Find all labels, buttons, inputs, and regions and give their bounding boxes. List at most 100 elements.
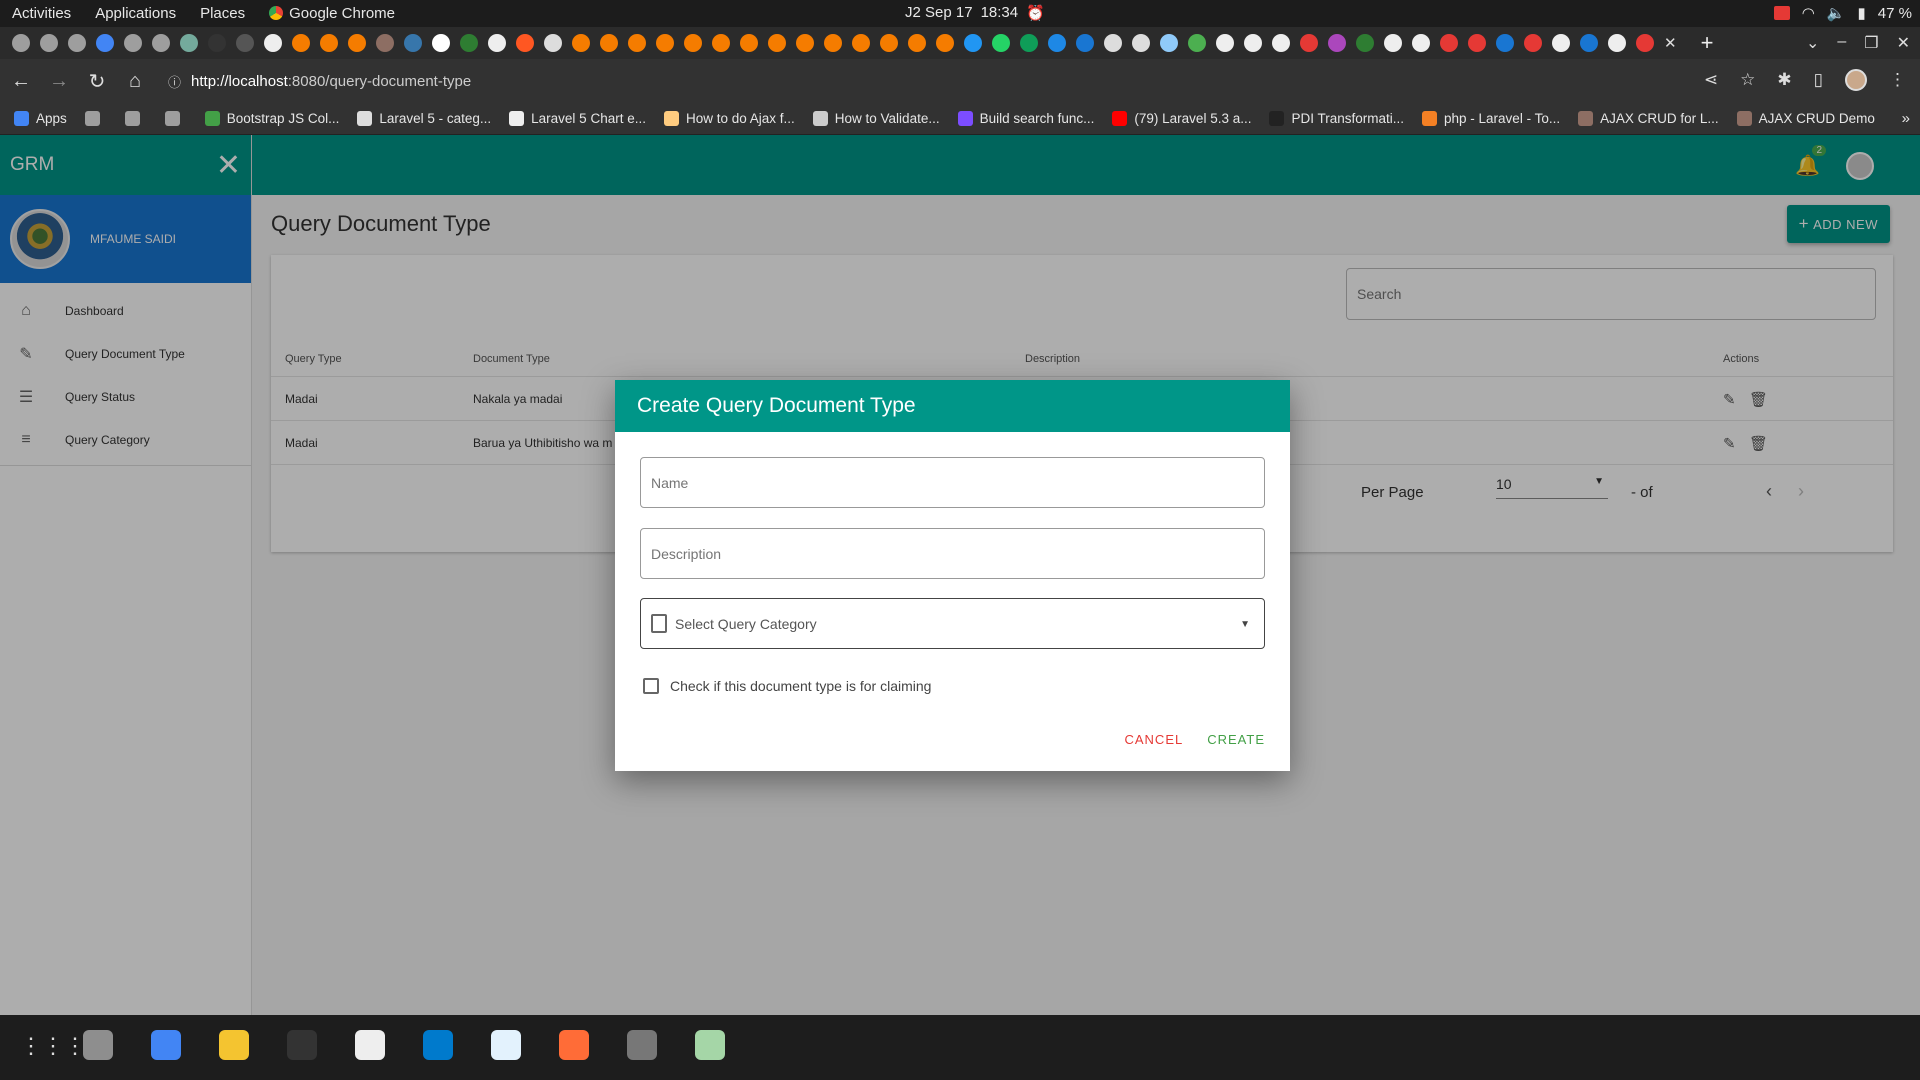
browser-tab-icon[interactable] [1188,34,1206,52]
browser-tab-icon[interactable] [712,34,730,52]
files-dock-icon[interactable] [83,1030,113,1060]
bookmark-item[interactable]: Laravel 5 Chart e... [509,111,646,126]
browser-tab-icon[interactable] [1272,34,1290,52]
bookmark-item[interactable]: Apps [14,111,67,126]
profile-avatar[interactable] [1845,69,1867,91]
clock[interactable]: J2 Sep 17 18:34 ⏰ [905,4,1045,22]
reload-icon[interactable]: ↻ [80,69,114,94]
browser-tab-icon[interactable] [348,34,366,52]
browser-tab-icon[interactable] [656,34,674,52]
bookmark-item[interactable]: Build search func... [957,111,1094,126]
activities-button[interactable]: Activities [0,5,83,22]
postman-dock-icon[interactable] [559,1030,589,1060]
browser-tab-icon[interactable] [1580,34,1598,52]
browser-tab-icon[interactable] [1608,34,1626,52]
more-bookmarks-icon[interactable]: » [1902,110,1910,127]
browser-tab-icon[interactable] [40,34,58,52]
description-field[interactable] [640,528,1265,579]
browser-tab-icon[interactable] [460,34,478,52]
active-app-menu[interactable]: Google Chrome [257,5,407,22]
trash-dock-icon[interactable] [695,1030,725,1060]
browser-tab-icon[interactable] [376,34,394,52]
browser-tab-icon[interactable] [264,34,282,52]
browser-tab-icon[interactable] [516,34,534,52]
browser-tab-icon[interactable] [1384,34,1402,52]
bookmark-item[interactable]: How to Validate... [812,111,940,126]
browser-tab-icon[interactable] [544,34,562,52]
query-category-select[interactable]: Select Query Category ▼ [640,598,1265,649]
browser-tab-icon[interactable] [1552,34,1570,52]
browser-tab-icon[interactable] [992,34,1010,52]
browser-tab-icon[interactable] [684,34,702,52]
browser-tab-icon[interactable] [1020,34,1038,52]
browser-tab-icon[interactable] [1132,34,1150,52]
browser-tab-icon[interactable] [880,34,898,52]
close-tab-icon[interactable]: ✕ [1664,34,1677,52]
browser-tab-icon[interactable] [1356,34,1374,52]
bookmark-item[interactable]: How to do Ajax f... [663,111,795,126]
text-editor-dock-icon[interactable] [491,1030,521,1060]
browser-tab-icon[interactable] [208,34,226,52]
bookmark-item[interactable]: Laravel 5 - categ... [357,111,491,126]
bookmark-item[interactable]: PDI Transformati... [1269,111,1404,126]
browser-tab-icon[interactable] [852,34,870,52]
side-panel-icon[interactable]: ▯ [1814,70,1823,90]
info-icon[interactable]: ⓘ [168,72,181,91]
browser-tab-icon[interactable] [1244,34,1262,52]
bookmark-item[interactable]: AJAX CRUD Demo [1736,111,1875,126]
browser-tab-icon[interactable] [152,34,170,52]
browser-tab-icon[interactable] [1160,34,1178,52]
browser-tab-icon[interactable] [1104,34,1122,52]
browser-tab-icon[interactable] [572,34,590,52]
browser-tab-icon[interactable] [1076,34,1094,52]
browser-tab-icon[interactable] [1636,34,1654,52]
create-button[interactable]: CREATE [1207,732,1265,747]
browser-tab-icon[interactable] [12,34,30,52]
browser-tab-icon[interactable] [292,34,310,52]
browser-tab-icon[interactable] [404,34,422,52]
browser-tab-icon[interactable] [1300,34,1318,52]
applications-menu[interactable]: Applications [83,5,188,22]
browser-tab-icon[interactable] [488,34,506,52]
menu-icon[interactable]: ⋮ [1889,70,1906,90]
bookmark-item[interactable]: Bootstrap JS Col... [204,111,339,126]
browser-tab-icon[interactable] [96,34,114,52]
places-menu[interactable]: Places [188,5,257,22]
system-tray[interactable]: ◠ 🔈 ▮ 47 % [1773,4,1912,22]
new-tab-button[interactable]: + [1701,30,1714,56]
bookmark-item[interactable]: php - Laravel - To... [1422,111,1560,126]
cancel-button[interactable]: CANCEL [1124,732,1183,747]
tab-search-icon[interactable]: ⌄ [1806,33,1819,53]
browser-tab-icon[interactable] [68,34,86,52]
rhythmbox-dock-icon[interactable] [219,1030,249,1060]
browser-tab-icon[interactable] [1412,34,1430,52]
bookmark-item[interactable] [84,111,107,126]
home-icon[interactable]: ⌂ [118,70,152,93]
browser-tab-icon[interactable] [1216,34,1234,52]
browser-tab-icon[interactable] [1524,34,1542,52]
bookmark-item[interactable] [164,111,187,126]
browser-tab-icon[interactable] [740,34,758,52]
browser-tab-icon[interactable] [180,34,198,52]
claiming-checkbox[interactable] [643,678,659,694]
browser-tab-icon[interactable] [236,34,254,52]
browser-tab-icon[interactable] [1048,34,1066,52]
bookmark-star-icon[interactable]: ☆ [1740,70,1755,90]
browser-tab-icon[interactable] [432,34,450,52]
browser-tab-icon[interactable] [628,34,646,52]
minimize-icon[interactable]: – [1837,33,1846,53]
browser-tab-icon[interactable] [964,34,982,52]
browser-tab-icon[interactable] [1328,34,1346,52]
forward-icon[interactable]: → [42,70,76,93]
spreadsheet-dock-icon[interactable] [627,1030,657,1060]
browser-tab-icon[interactable] [320,34,338,52]
share-icon[interactable]: ⋖ [1704,70,1718,90]
browser-tab-icon[interactable] [1468,34,1486,52]
bookmark-item[interactable] [124,111,147,126]
browser-tab-icon[interactable] [824,34,842,52]
browser-tab-icon[interactable] [796,34,814,52]
bookmark-item[interactable]: (79) Laravel 5.3 a... [1112,111,1251,126]
gimp-dock-icon[interactable] [355,1030,385,1060]
claiming-checkbox-row[interactable]: Check if this document type is for claim… [643,678,931,694]
name-field[interactable] [640,457,1265,508]
